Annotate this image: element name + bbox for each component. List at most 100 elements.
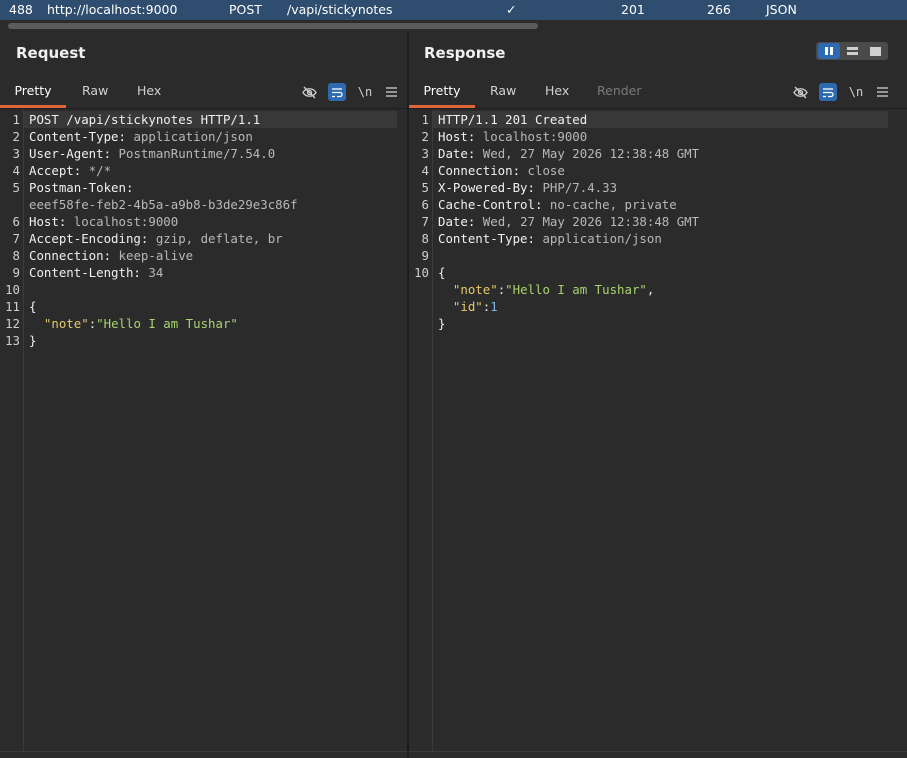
line-number: 5 <box>12 180 20 195</box>
header-value: Wed, 27 May 2026 12:38:48 GMT <box>475 146 700 161</box>
header-value: application/json <box>534 231 662 246</box>
code-line: HTTP/1.1 201 Created <box>438 111 587 128</box>
header-name: POST /vapi/stickynotes HTTP/1.1 <box>29 112 261 127</box>
row-length: 266 <box>707 2 731 17</box>
json-string: "Hello I am Tushar" <box>96 316 238 331</box>
row-method: POST <box>229 2 262 17</box>
response-tab-pretty[interactable]: Pretty <box>409 78 475 108</box>
line-number: 7 <box>421 214 429 229</box>
header-name: Host: <box>29 214 67 229</box>
header-name: Content-Length: <box>29 265 141 280</box>
header-name: } <box>29 333 37 348</box>
code-line: X-Powered-By: PHP/7.4.33 <box>438 179 617 196</box>
header-name: Content-Type: <box>438 231 535 246</box>
header-name: Date: <box>438 214 476 229</box>
header-name: User-Agent: <box>29 146 112 161</box>
request-tab-raw[interactable]: Raw <box>82 78 108 106</box>
response-editor[interactable]: 1 2 3 4 5 6 7 8 9 10 HTTP/1.1 201 Created Host: lo… <box>409 110 907 752</box>
history-row-selected[interactable]: 488 http://localhost:9000 POST /vapi/sti… <box>0 0 907 21</box>
header-name: X-Powered-By: <box>438 180 535 195</box>
header-value: Wed, 27 May 2026 12:38:48 GMT <box>475 214 700 229</box>
header-name: Host: <box>438 129 476 144</box>
response-vertical-scrollbar[interactable] <box>889 110 899 752</box>
code-line: Content-Length: 34 <box>29 264 163 281</box>
menu-icon[interactable] <box>873 83 891 101</box>
scrollbar-thumb[interactable] <box>8 23 538 29</box>
code-line: } <box>438 315 445 332</box>
wrap-icon[interactable] <box>328 83 346 101</box>
code-line: Connection: close <box>438 162 565 179</box>
line-number: 8 <box>12 248 20 263</box>
header-name: HTTP/1.1 201 Created <box>438 112 588 127</box>
header-value: localhost:9000 <box>475 129 588 144</box>
eye-slash-icon[interactable] <box>300 83 318 101</box>
line-number: 1 <box>12 112 20 127</box>
header-name: } <box>438 316 446 331</box>
header-value: PHP/7.4.33 <box>534 180 618 195</box>
line-number: 1 <box>421 112 429 127</box>
header-name: Date: <box>438 146 476 161</box>
json-punct <box>438 299 453 314</box>
line-number: 5 <box>421 180 429 195</box>
line-number: 3 <box>421 146 429 161</box>
header-value: close <box>520 163 565 178</box>
row-path: /vapi/stickynotes <box>287 2 393 17</box>
header-value: 34 <box>140 265 164 280</box>
newline-toggle[interactable]: \n <box>356 83 374 101</box>
response-tab-raw[interactable]: Raw <box>490 78 516 106</box>
response-pane: Response Pretty Raw Hex Render \n 1 2 3 4 5 6… <box>409 32 907 758</box>
line-number: 9 <box>421 248 429 263</box>
line-number: 10 <box>5 282 20 297</box>
code-line: Connection: keep-alive <box>29 247 193 264</box>
request-tab-hex[interactable]: Hex <box>137 78 161 106</box>
json-key: "id" <box>452 299 483 314</box>
code-line: Content-Type: application/json <box>438 230 662 247</box>
request-vertical-scrollbar[interactable] <box>397 110 407 752</box>
line-number: 11 <box>5 299 20 314</box>
row-status: 201 <box>621 2 645 17</box>
history-horizontal-scrollbar[interactable] <box>0 20 907 32</box>
header-name: { <box>438 265 446 280</box>
header-name: Connection: <box>29 248 112 263</box>
layout-toggle-group <box>816 42 888 60</box>
line-number: 3 <box>12 146 20 161</box>
layout-stacked-icon[interactable] <box>841 43 863 59</box>
code-line: User-Agent: PostmanRuntime/7.54.0 <box>29 145 275 162</box>
wrap-icon[interactable] <box>819 83 837 101</box>
header-name: Postman-Token: <box>29 180 134 195</box>
code-line: "id":1 <box>438 298 498 315</box>
header-value: gzip, deflate, br <box>148 231 283 246</box>
line-number: 6 <box>421 197 429 212</box>
code-line: Accept: */* <box>29 162 111 179</box>
row-host: http://localhost:9000 <box>47 2 178 17</box>
code-line: Content-Type: application/json <box>29 128 253 145</box>
line-number: 2 <box>421 129 429 144</box>
menu-icon[interactable] <box>382 83 400 101</box>
request-title: Request <box>16 44 86 62</box>
line-number: 8 <box>421 231 429 246</box>
layout-side-by-side-icon[interactable] <box>818 43 840 59</box>
request-tab-pretty[interactable]: Pretty <box>0 78 66 108</box>
response-tab-hex[interactable]: Hex <box>545 78 569 106</box>
header-value: no-cache, private <box>542 197 677 212</box>
json-punct <box>438 282 453 297</box>
request-editor[interactable]: 1 2 3 4 5 6 7 8 9 10 11 12 13 POST /vapi/stickynotes… <box>0 110 407 752</box>
code-line: eeef58fe-feb2-4b5a-a9b8-b3de29e3c86f <box>29 196 298 213</box>
eye-slash-icon[interactable] <box>791 83 809 101</box>
line-number: 4 <box>421 163 429 178</box>
line-number: 2 <box>12 129 20 144</box>
header-value: keep-alive <box>111 248 194 263</box>
json-punct <box>29 316 44 331</box>
layout-tabs-icon[interactable] <box>864 43 886 59</box>
header-name: Accept-Encoding: <box>29 231 149 246</box>
code-line: Date: Wed, 27 May 2026 12:38:48 GMT <box>438 145 699 162</box>
header-name: Content-Type: <box>29 129 126 144</box>
request-pane: Request Pretty Raw Hex \n 1 2 3 4 5 6 7 8 9 10 11 1… <box>0 32 407 758</box>
line-number: 10 <box>414 265 429 280</box>
response-tab-render[interactable]: Render <box>597 78 642 106</box>
code-line: Cache-Control: no-cache, private <box>438 196 677 213</box>
newline-toggle[interactable]: \n <box>847 83 865 101</box>
header-value: */* <box>81 163 112 178</box>
row-edited-check: ✓ <box>506 2 517 17</box>
code-line: Postman-Token: <box>29 179 133 196</box>
